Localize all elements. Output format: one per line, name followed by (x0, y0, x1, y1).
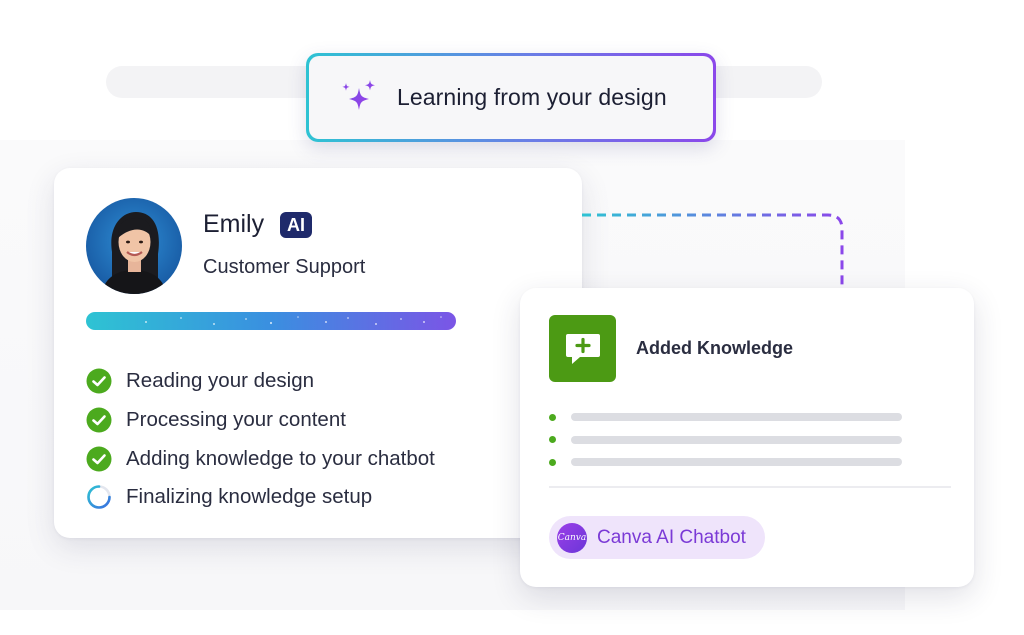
knowledge-placeholder-row (549, 429, 909, 452)
step-item: Adding knowledge to your chatbot (86, 439, 435, 478)
check-circle-icon (86, 446, 112, 472)
agent-role: Customer Support (203, 256, 366, 278)
ai-badge: AI (280, 212, 312, 238)
avatar-photo (102, 212, 166, 294)
added-knowledge-title: Added Knowledge (636, 338, 793, 358)
canva-logo: Canva (557, 522, 587, 553)
knowledge-placeholder-row (549, 451, 909, 474)
learning-status-pill-inner: Learning from your design (309, 56, 713, 139)
agent-name: Emily (203, 210, 265, 238)
knowledge-placeholder-list (549, 406, 909, 474)
divider (549, 486, 951, 488)
progress-sparkle-dots (145, 316, 442, 325)
add-chat-icon-tile (549, 315, 616, 382)
canva-ai-chatbot-chip[interactable]: Canva Canva AI Chatbot (549, 516, 765, 559)
setup-steps-list: Reading your design Processing your cont… (86, 362, 435, 517)
placeholder-bar (571, 435, 902, 444)
step-label: Reading your design (126, 369, 315, 393)
check-circle-icon (86, 407, 112, 433)
bullet-dot (549, 458, 556, 466)
knowledge-placeholder-row (549, 406, 909, 429)
step-item: Reading your design (86, 362, 435, 401)
step-label: Adding knowledge to your chatbot (126, 446, 435, 470)
learning-status-text: Learning from your design (397, 84, 667, 110)
check-circle-icon (86, 368, 112, 394)
bullet-dot (549, 413, 556, 421)
placeholder-bar (571, 413, 902, 422)
step-item: Processing your content (86, 401, 435, 440)
agent-card: Emily AI Customer Support Reading your d… (54, 168, 582, 538)
loading-spinner-icon (87, 485, 111, 510)
added-knowledge-card: Added Knowledge Canva Canva AI Chatbot (520, 288, 974, 587)
chip-label: Canva AI Chatbot (597, 526, 746, 548)
sparkles-icon (342, 79, 375, 110)
step-item: Finalizing knowledge setup (86, 478, 435, 517)
learning-progress-bar (86, 312, 456, 330)
dashed-connector (582, 213, 844, 290)
step-label: Finalizing knowledge setup (126, 485, 373, 509)
add-chat-icon (565, 333, 600, 364)
learning-status-pill: Learning from your design (306, 53, 716, 142)
bullet-dot (549, 436, 556, 444)
placeholder-bar (571, 458, 902, 467)
avatar (86, 198, 182, 294)
step-label: Processing your content (126, 408, 346, 432)
